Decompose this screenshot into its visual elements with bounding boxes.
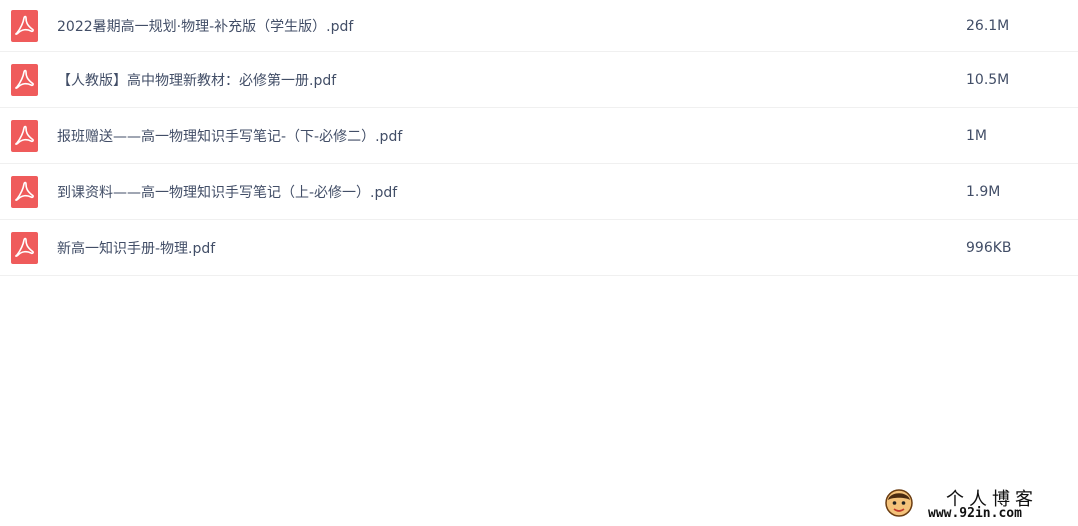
file-row[interactable]: 报班赠送——高一物理知识手写笔记-（下-必修二）.pdf 1M — [0, 108, 1078, 164]
watermark-url: www.92in.com — [928, 506, 1022, 521]
file-name[interactable]: 新高一知识手册-物理.pdf — [57, 238, 215, 258]
file-size: 26.1M — [966, 17, 1010, 34]
file-size: 996KB — [966, 239, 1012, 256]
file-name[interactable]: 【人教版】高中物理新教材：必修第一册.pdf — [57, 70, 336, 90]
pdf-icon — [11, 63, 38, 96]
file-size: 1M — [966, 127, 987, 144]
file-list: 2022暑期高一规划·物理-补充版（学生版）.pdf 26.1M 【人教版】高中… — [0, 0, 1078, 276]
file-name[interactable]: 到课资料——高一物理知识手写笔记（上-必修一）.pdf — [57, 182, 397, 202]
file-size: 10.5M — [966, 71, 1010, 88]
file-row[interactable]: 2022暑期高一规划·物理-补充版（学生版）.pdf 26.1M — [0, 0, 1078, 52]
file-name[interactable]: 报班赠送——高一物理知识手写笔记-（下-必修二）.pdf — [57, 126, 402, 146]
pdf-icon — [11, 231, 38, 264]
watermark: 个人博客 www.92in.com — [884, 484, 1064, 522]
pdf-icon — [11, 175, 38, 208]
avatar-icon — [885, 489, 913, 517]
pdf-icon — [11, 119, 38, 152]
file-size: 1.9M — [966, 183, 1001, 200]
file-name[interactable]: 2022暑期高一规划·物理-补充版（学生版）.pdf — [57, 16, 353, 36]
file-row[interactable]: 到课资料——高一物理知识手写笔记（上-必修一）.pdf 1.9M — [0, 164, 1078, 220]
file-row[interactable]: 【人教版】高中物理新教材：必修第一册.pdf 10.5M — [0, 52, 1078, 108]
file-row[interactable]: 新高一知识手册-物理.pdf 996KB — [0, 220, 1078, 276]
pdf-icon — [11, 9, 38, 42]
